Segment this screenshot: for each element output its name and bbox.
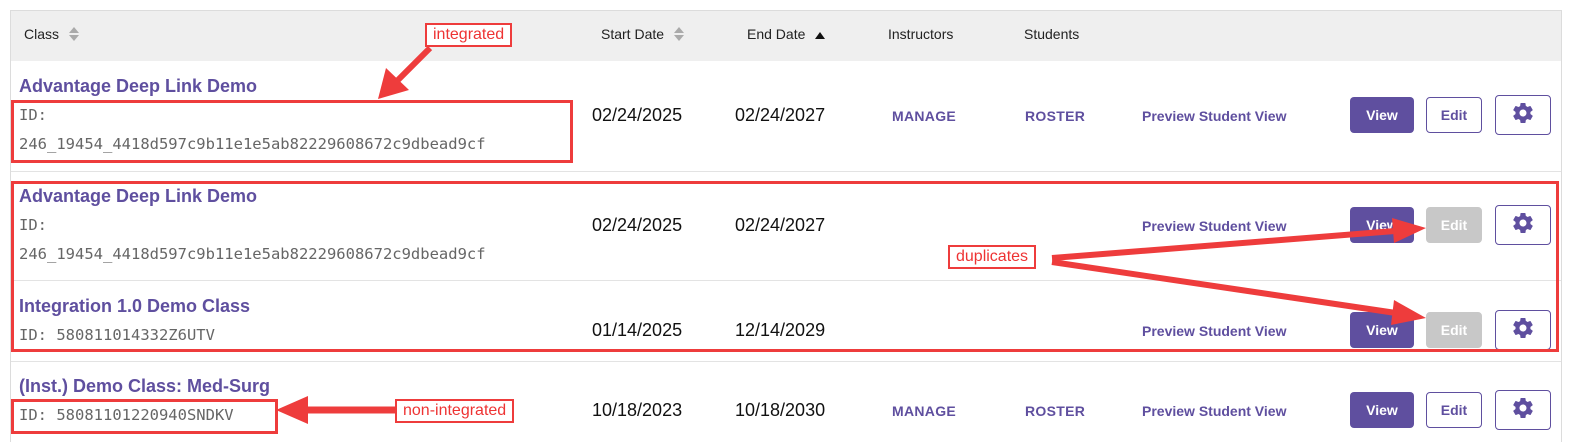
duplicates-arrow-line-1: [1051, 228, 1396, 261]
duplicates-arrow-line-2: [1051, 259, 1397, 316]
duplicates-arrowhead-1: [1392, 218, 1426, 243]
duplicates-label: duplicates: [948, 245, 1037, 269]
duplicates-arrowhead-2: [1391, 300, 1426, 325]
integrated-arrow-line: [395, 45, 433, 83]
annotation-arrows: [276, 45, 1426, 424]
non-integrated-arrowhead: [276, 396, 308, 424]
integrated-label: integrated: [425, 23, 513, 47]
non-integrated-label: non-integrated: [395, 399, 515, 423]
